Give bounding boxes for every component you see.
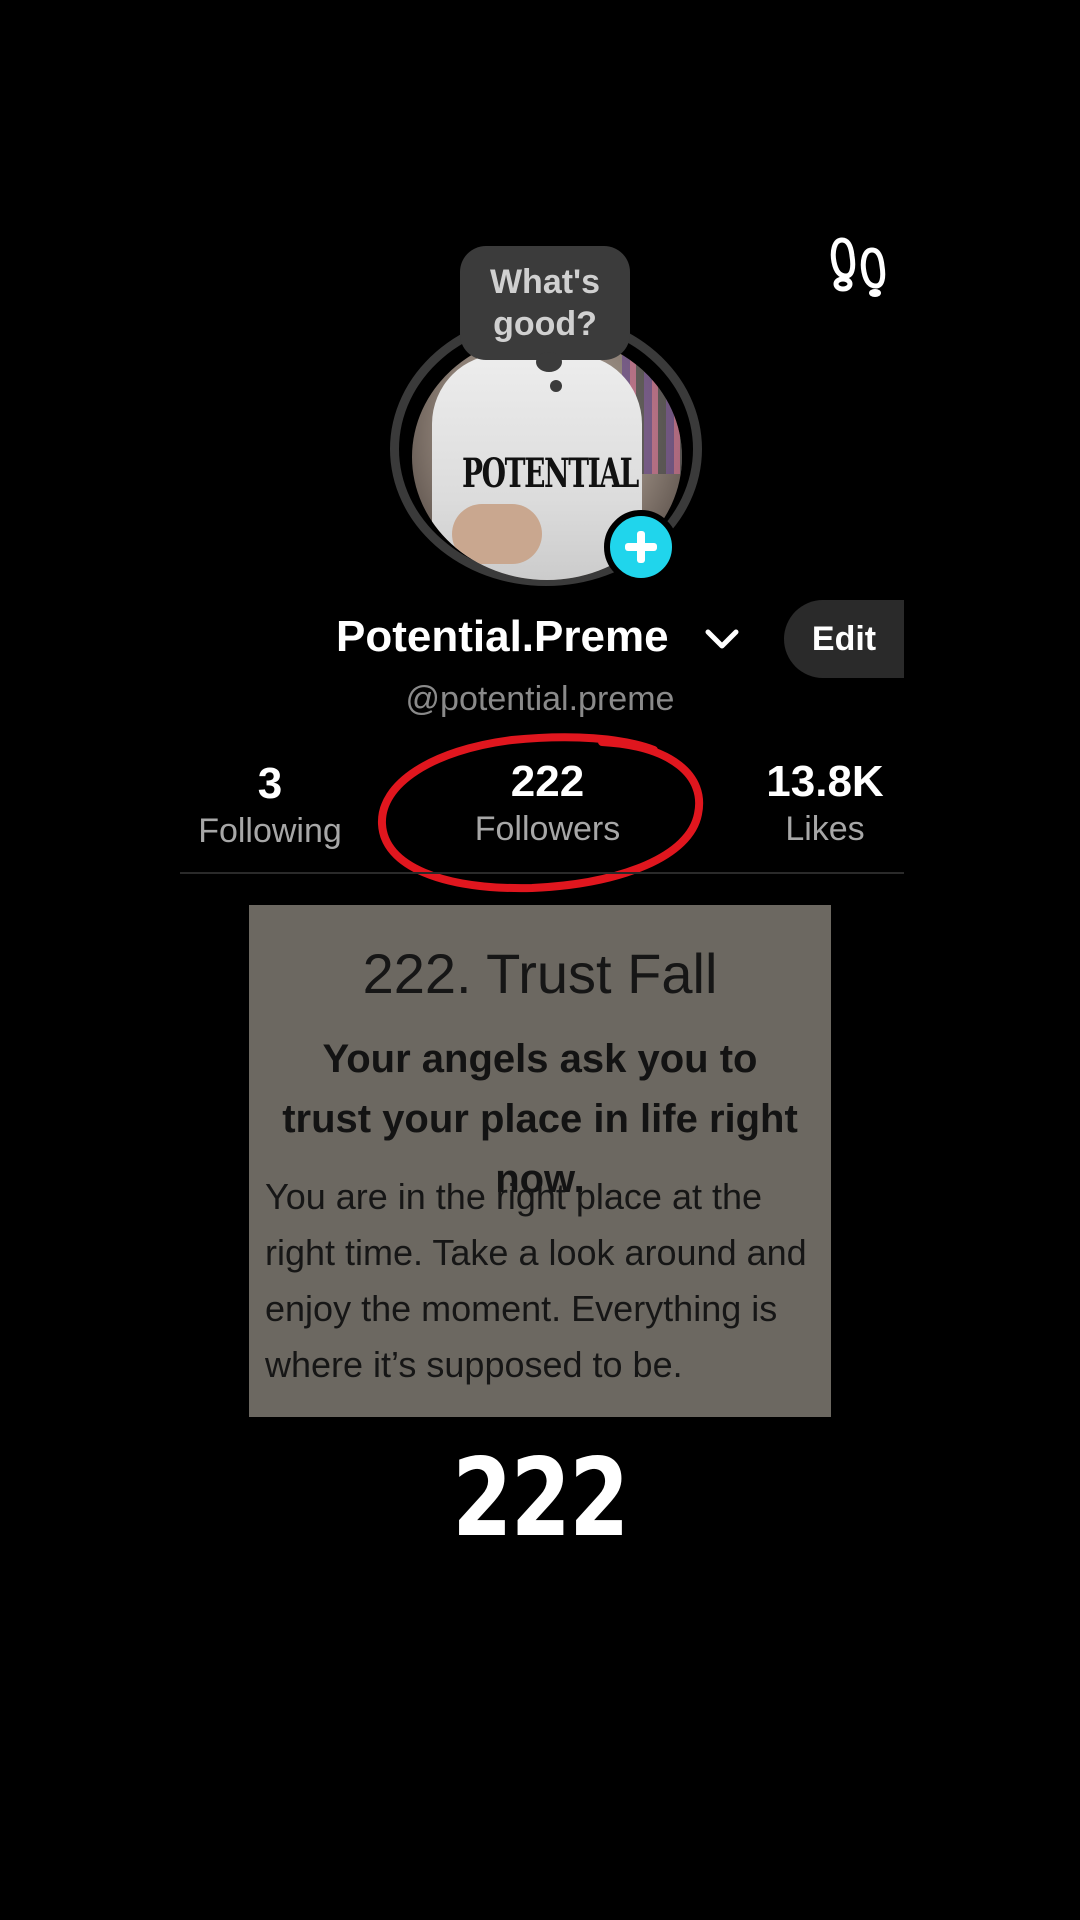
- following-count: 3: [257, 759, 283, 808]
- angel-number-card: 222. Trust Fall Your angels ask you to t…: [249, 905, 831, 1417]
- likes-count: 13.8K: [766, 757, 884, 806]
- overlay-number: 222: [452, 1436, 629, 1561]
- status-bubble-text: What's good?: [489, 263, 601, 343]
- add-story-button[interactable]: [604, 510, 678, 584]
- bubble-dot: [550, 380, 562, 392]
- card-body: You are in the right place at the right …: [265, 1176, 807, 1385]
- red-circle-annotation: [377, 733, 704, 893]
- footprints-icon[interactable]: [828, 232, 894, 298]
- edit-profile-button[interactable]: Edit: [784, 600, 904, 678]
- likes-label: Likes: [785, 810, 865, 848]
- profile-screen: POTENTIAL What's good? Potential.Preme E…: [0, 0, 1080, 1920]
- avatar-shirt-text: POTENTIAL: [462, 450, 639, 497]
- following-stat[interactable]: 3 Following: [180, 758, 360, 852]
- avatar-hands: [452, 504, 542, 564]
- chevron-down-icon[interactable]: [704, 626, 740, 654]
- profile-handle: @potential.preme: [405, 680, 675, 718]
- plus-icon: [625, 531, 657, 563]
- profile-name[interactable]: Potential.Preme: [336, 612, 669, 662]
- status-bubble[interactable]: What's good?: [460, 246, 630, 360]
- likes-stat[interactable]: 13.8K Likes: [745, 756, 905, 850]
- card-title: 222. Trust Fall: [362, 942, 718, 1005]
- following-label: Following: [198, 812, 342, 850]
- stats-divider: [180, 872, 904, 874]
- edit-label: Edit: [811, 619, 877, 658]
- bubble-tail: [536, 352, 562, 372]
